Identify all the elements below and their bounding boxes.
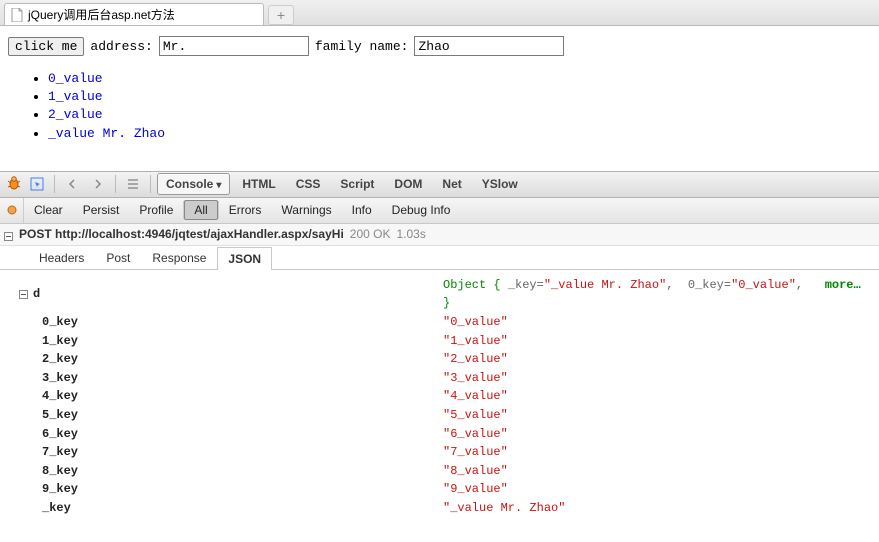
- json-key: 6_key: [42, 425, 78, 444]
- json-value: "_value Mr. Zhao": [443, 499, 565, 518]
- json-value: "9_value": [443, 480, 508, 499]
- json-key: 3_key: [42, 369, 78, 388]
- json-more-link[interactable]: more…: [825, 278, 861, 292]
- json-value: "1_value": [443, 332, 508, 351]
- list-view-icon[interactable]: [122, 174, 144, 194]
- tab-css[interactable]: CSS: [288, 174, 329, 194]
- json-row[interactable]: 0_key "0_value": [18, 313, 867, 332]
- json-key: 0_key: [42, 313, 78, 332]
- break-icon[interactable]: [0, 198, 24, 223]
- json-row[interactable]: 9_key "9_value": [18, 480, 867, 499]
- json-root-row[interactable]: d Object { _key="_value Mr. Zhao", 0_key…: [18, 276, 867, 313]
- json-key: 4_key: [42, 387, 78, 406]
- response-subtabs: Headers Post Response JSON: [0, 246, 879, 270]
- page-icon: [11, 8, 23, 22]
- request-url: http://localhost:4946/jqtest/ajaxHandler…: [55, 227, 344, 241]
- json-row[interactable]: 1_key "1_value": [18, 332, 867, 351]
- nav-forward-icon[interactable]: [87, 174, 109, 194]
- clear-button[interactable]: Clear: [24, 198, 73, 223]
- filter-info-button[interactable]: Info: [342, 198, 382, 223]
- value-list: 0_value 1_value 2_value _value Mr. Zhao: [8, 70, 871, 143]
- tab-script[interactable]: Script: [332, 174, 382, 194]
- json-object-type: Object: [443, 278, 486, 292]
- json-value: "6_value": [443, 425, 508, 444]
- tab-console[interactable]: Console▾: [157, 173, 230, 195]
- form-row: click me address: family name:: [8, 36, 871, 56]
- page-body: click me address: family name: 0_value 1…: [0, 26, 879, 171]
- nav-back-icon[interactable]: [61, 174, 83, 194]
- toolbar-separator: [150, 175, 151, 193]
- address-label: address:: [90, 39, 152, 54]
- new-tab-button[interactable]: +: [268, 5, 294, 25]
- json-row[interactable]: 3_key "3_value": [18, 369, 867, 388]
- json-row[interactable]: 2_key "2_value": [18, 350, 867, 369]
- click-me-button[interactable]: click me: [8, 37, 84, 56]
- persist-button[interactable]: Persist: [73, 198, 130, 223]
- json-key: d: [33, 285, 40, 304]
- plus-icon: +: [277, 7, 285, 23]
- browser-tab-active[interactable]: jQuery调用后台asp.net方法: [4, 3, 264, 25]
- json-key: 2_key: [42, 350, 78, 369]
- list-item: 2_value: [48, 106, 871, 124]
- profile-button[interactable]: Profile: [129, 198, 183, 223]
- subtab-post[interactable]: Post: [95, 246, 141, 269]
- request-method: POST: [19, 227, 52, 241]
- familyname-label: family name:: [315, 39, 409, 54]
- toolbar-separator: [115, 175, 116, 193]
- json-row[interactable]: 6_key "6_value": [18, 425, 867, 444]
- toolbar-separator: [54, 175, 55, 193]
- firebug-icon[interactable]: [6, 175, 22, 194]
- json-value: "8_value": [443, 462, 508, 481]
- tab-yslow[interactable]: YSlow: [474, 174, 526, 194]
- json-key: 1_key: [42, 332, 78, 351]
- filter-all-button[interactable]: All: [184, 200, 217, 220]
- json-value: "2_value": [443, 350, 508, 369]
- tab-net[interactable]: Net: [434, 174, 469, 194]
- inspect-icon[interactable]: [26, 174, 48, 194]
- list-item: _value Mr. Zhao: [48, 125, 871, 143]
- subtab-headers[interactable]: Headers: [28, 246, 95, 269]
- json-value: "7_value": [443, 443, 508, 462]
- json-row[interactable]: 7_key "7_value": [18, 443, 867, 462]
- browser-tab-title: jQuery调用后台asp.net方法: [28, 6, 175, 23]
- filter-warnings-button[interactable]: Warnings: [271, 198, 341, 223]
- devtools-panel: Console▾ HTML CSS Script DOM Net YSlow C…: [0, 171, 879, 528]
- twisty-open-icon[interactable]: [18, 289, 29, 300]
- json-value: "3_value": [443, 369, 508, 388]
- list-item: 0_value: [48, 70, 871, 88]
- chevron-down-icon: ▾: [216, 180, 221, 191]
- devtools-main-toolbar: Console▾ HTML CSS Script DOM Net YSlow: [0, 172, 879, 198]
- json-row[interactable]: _key "_value Mr. Zhao": [18, 499, 867, 518]
- console-toolbar: Clear Persist Profile All Errors Warning…: [0, 198, 879, 224]
- tab-html[interactable]: HTML: [234, 174, 283, 194]
- twisty-open-icon[interactable]: [4, 230, 13, 239]
- filter-errors-button[interactable]: Errors: [219, 198, 272, 223]
- json-key: 5_key: [42, 406, 78, 425]
- request-status: 200 OK: [350, 227, 391, 241]
- subtab-json[interactable]: JSON: [217, 247, 272, 270]
- json-value: "5_value": [443, 406, 508, 425]
- json-key: 9_key: [42, 480, 78, 499]
- familyname-input[interactable]: [414, 36, 564, 56]
- tab-dom[interactable]: DOM: [386, 174, 430, 194]
- json-viewer: d Object { _key="_value Mr. Zhao", 0_key…: [0, 270, 879, 528]
- json-value: "4_value": [443, 387, 508, 406]
- json-row[interactable]: 4_key "4_value": [18, 387, 867, 406]
- filter-debuginfo-button[interactable]: Debug Info: [382, 198, 461, 223]
- subtab-response[interactable]: Response: [141, 246, 217, 269]
- json-value: "0_value": [443, 313, 508, 332]
- json-row[interactable]: 5_key "5_value": [18, 406, 867, 425]
- network-request-row[interactable]: POST http://localhost:4946/jqtest/ajaxHa…: [0, 224, 879, 246]
- request-time: 1.03s: [397, 227, 426, 241]
- list-item: 1_value: [48, 88, 871, 106]
- json-row[interactable]: 8_key "8_value": [18, 462, 867, 481]
- json-key: _key: [42, 499, 71, 518]
- json-key: 8_key: [42, 462, 78, 481]
- browser-tabbar: jQuery调用后台asp.net方法 +: [0, 0, 879, 26]
- address-input[interactable]: [159, 36, 309, 56]
- json-key: 7_key: [42, 443, 78, 462]
